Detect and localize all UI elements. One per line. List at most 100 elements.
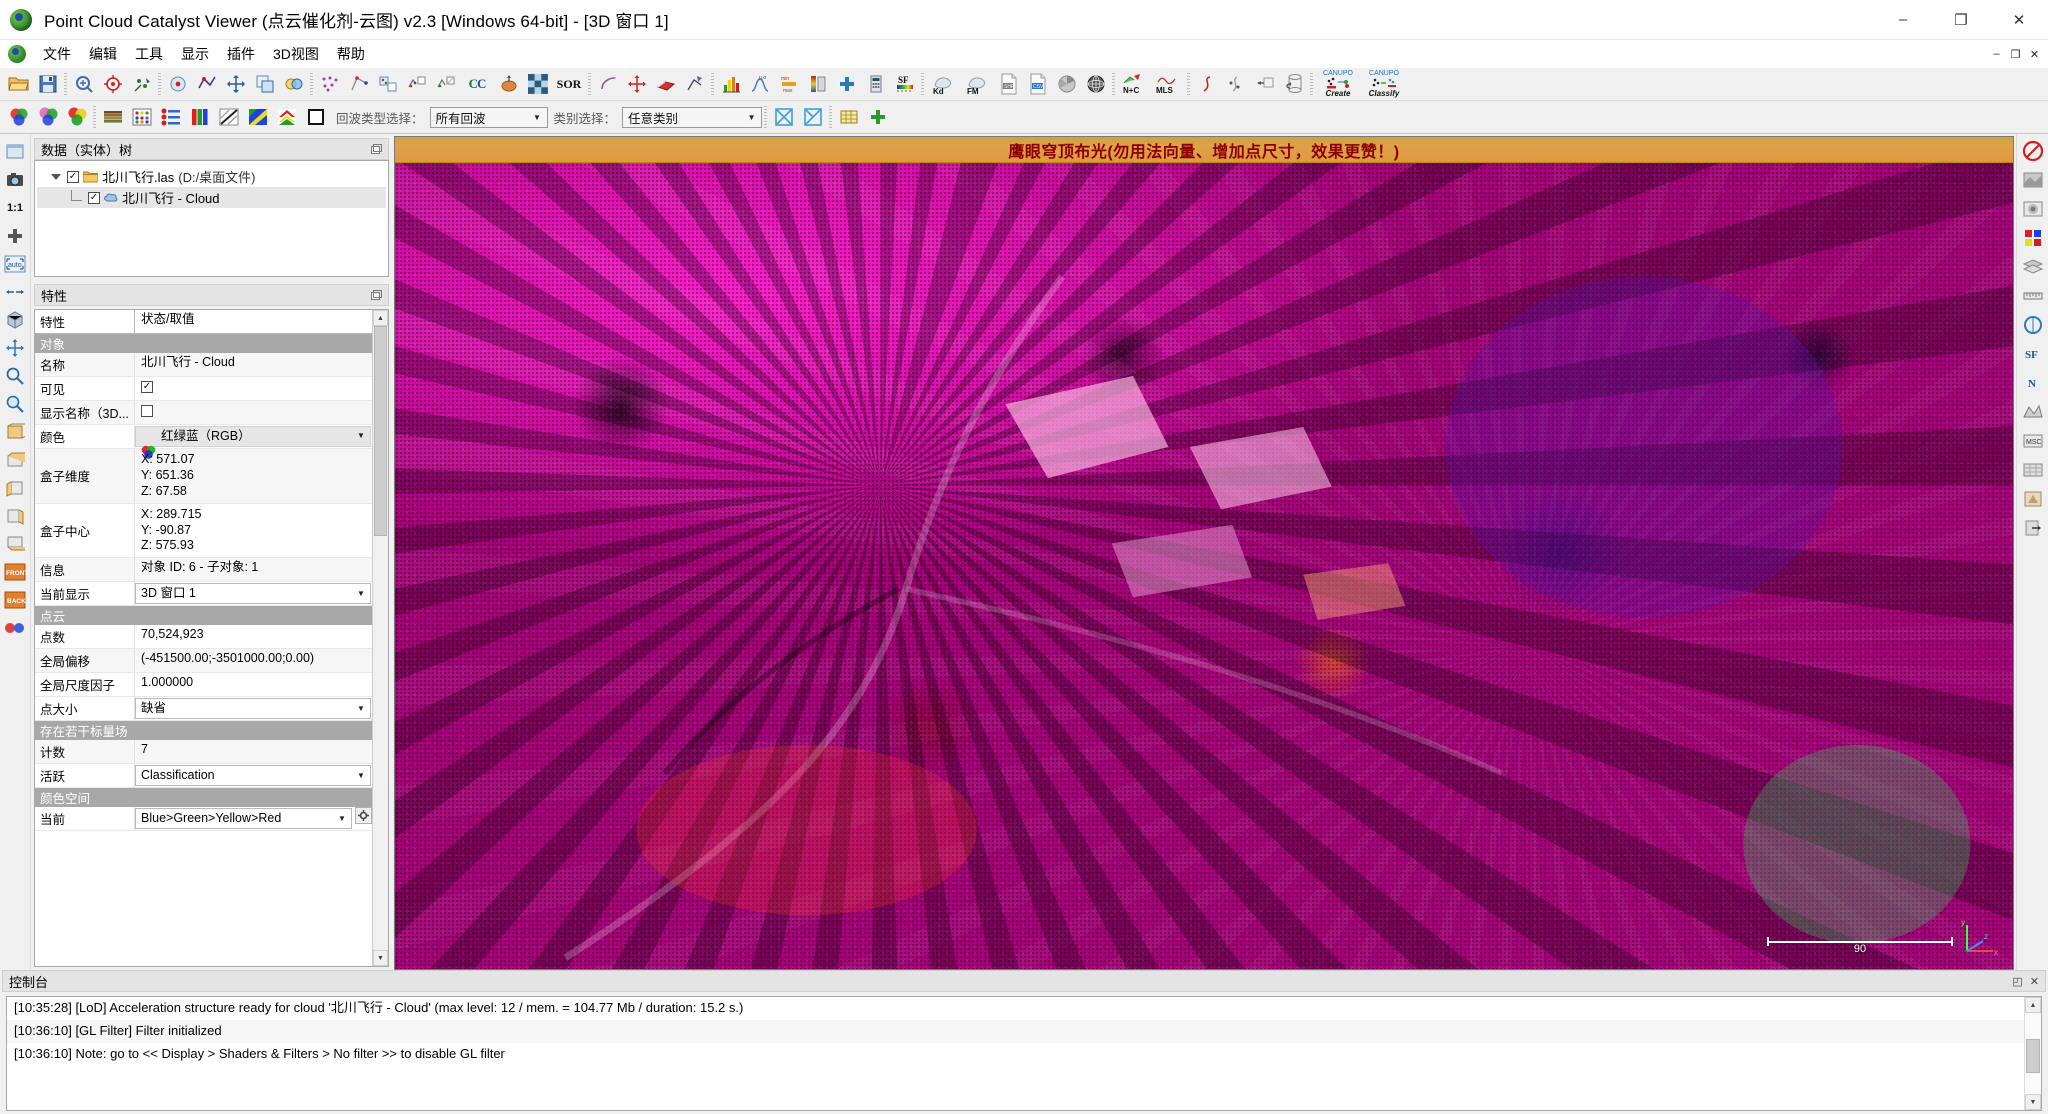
back-view-icon[interactable]: BACK bbox=[2, 586, 29, 613]
zoom-search-icon[interactable] bbox=[2, 362, 29, 389]
box-left-icon[interactable] bbox=[2, 474, 29, 501]
properties-scrollbar[interactable]: ▲ ▼ bbox=[372, 310, 388, 966]
unroll-icon[interactable] bbox=[593, 70, 622, 99]
histogram-icon[interactable] bbox=[716, 70, 745, 99]
edit-color-scale-button[interactable] bbox=[355, 807, 372, 825]
3d-viewport[interactable]: 鹰眼穹顶布光(勿用法向量、增加点尺寸，效果更赞！) 90 x y z bbox=[394, 136, 2014, 970]
float-console-icon[interactable]: ◰ bbox=[2012, 975, 2022, 988]
tree-node-root[interactable]: ✓ 北川飞行.las (D:/桌面文件) bbox=[37, 166, 386, 187]
rgb-color-2-icon[interactable] bbox=[33, 103, 62, 132]
auto-icon[interactable]: auto bbox=[2, 250, 29, 277]
fm-icon[interactable]: FM bbox=[960, 70, 994, 99]
scalar-list-icon[interactable] bbox=[156, 103, 185, 132]
subsample-icon[interactable] bbox=[315, 70, 344, 99]
menu-file[interactable]: 文件 bbox=[34, 41, 80, 67]
scroll-thumb[interactable] bbox=[374, 326, 387, 536]
scroll-thumb[interactable] bbox=[2026, 1039, 2040, 1073]
mdi-close-button[interactable]: ✕ bbox=[2025, 45, 2044, 63]
point-size-select[interactable]: 缺省 ▼ bbox=[135, 698, 371, 720]
chevron-color-icon[interactable] bbox=[272, 103, 301, 132]
active-sf-select[interactable]: Classification ▼ bbox=[135, 765, 371, 787]
rgb-color-3-icon[interactable] bbox=[62, 103, 91, 132]
scroll-track[interactable] bbox=[2025, 1013, 2041, 1094]
maximize-button[interactable]: ❐ bbox=[1932, 0, 1990, 40]
minmax-icon[interactable]: min max bbox=[774, 70, 803, 99]
class-select[interactable]: 任意类别 ▼ bbox=[622, 106, 763, 128]
scroll-track[interactable] bbox=[373, 326, 388, 950]
open-file-icon[interactable] bbox=[4, 70, 33, 99]
box-top-icon[interactable] bbox=[2, 446, 29, 473]
translate-rotate-icon[interactable] bbox=[221, 70, 250, 99]
no-filter-icon[interactable] bbox=[2019, 137, 2046, 164]
sor-filter-icon[interactable]: SOR bbox=[552, 70, 586, 99]
front-view-icon[interactable]: FRONT bbox=[2, 558, 29, 585]
normals-icon[interactable] bbox=[494, 70, 523, 99]
merge-icon[interactable] bbox=[279, 70, 308, 99]
edl-shader-icon[interactable] bbox=[2019, 166, 2046, 193]
console-scrollbar[interactable]: ▲ ▼ bbox=[2024, 997, 2041, 1110]
set-pivot-icon[interactable] bbox=[98, 70, 127, 99]
menu-3dview[interactable]: 3D视图 bbox=[264, 41, 328, 67]
sphere-icon[interactable] bbox=[1081, 70, 1110, 99]
color-ramp-icon[interactable] bbox=[803, 70, 832, 99]
rotate-cylinder-icon[interactable] bbox=[1279, 70, 1308, 99]
clone-icon[interactable] bbox=[250, 70, 279, 99]
menu-help[interactable]: 帮助 bbox=[328, 41, 374, 67]
section-icon[interactable] bbox=[622, 70, 651, 99]
rgb-bars-icon[interactable] bbox=[185, 103, 214, 132]
move-icon[interactable] bbox=[2, 334, 29, 361]
statistics-icon[interactable]: μ,σ bbox=[745, 70, 774, 99]
curve-icon[interactable] bbox=[1192, 70, 1221, 99]
n-icon[interactable]: N bbox=[2019, 369, 2046, 396]
checker-icon[interactable] bbox=[523, 70, 552, 99]
console-body[interactable]: [10:35:28] [LoD] Acceleration structure … bbox=[6, 996, 2042, 1111]
layers-icon[interactable] bbox=[2019, 253, 2046, 280]
close-button[interactable]: ✕ bbox=[1990, 0, 2048, 40]
hatch-icon[interactable] bbox=[214, 103, 243, 132]
msc-icon[interactable]: MSC bbox=[2019, 427, 2046, 454]
align-icon[interactable] bbox=[373, 70, 402, 99]
echo-type-select[interactable]: 所有回波 ▼ bbox=[429, 106, 548, 128]
ratio-1-1-icon[interactable]: 1:1 bbox=[2, 194, 29, 221]
grid-icon[interactable] bbox=[834, 103, 863, 132]
float-panel-icon[interactable] bbox=[371, 289, 382, 301]
cc-icon[interactable]: CC bbox=[460, 70, 494, 99]
pick-point-icon[interactable] bbox=[127, 70, 156, 99]
tree-box[interactable]: ✓ 北川飞行.las (D:/桌面文件) ✓ 北川飞行 - Cloud bbox=[34, 160, 389, 277]
viewport-icon[interactable] bbox=[2, 138, 29, 165]
tree-node-cloud[interactable]: ✓ 北川飞行 - Cloud bbox=[37, 187, 386, 208]
square-outline-icon[interactable] bbox=[301, 103, 330, 132]
registration-icon[interactable] bbox=[344, 70, 373, 99]
zoom-plus-icon[interactable] bbox=[2, 222, 29, 249]
tree-node-checkbox[interactable]: ✓ bbox=[88, 191, 100, 204]
current-display-select[interactable]: 3D 窗口 1 ▼ bbox=[135, 583, 371, 605]
app-rail-icon[interactable] bbox=[2019, 485, 2046, 512]
scroll-down-button[interactable]: ▼ bbox=[373, 950, 388, 966]
mls-icon[interactable]: MLS bbox=[1151, 70, 1185, 99]
save-file-icon[interactable] bbox=[33, 70, 62, 99]
grid2-icon[interactable] bbox=[2019, 456, 2046, 483]
mesh-icon[interactable] bbox=[2019, 398, 2046, 425]
tree-node-checkbox[interactable]: ✓ bbox=[67, 170, 79, 183]
exit-icon[interactable] bbox=[2019, 514, 2046, 541]
ssao-icon[interactable] bbox=[2019, 195, 2046, 222]
menu-plugins[interactable]: 插件 bbox=[218, 41, 264, 67]
global-zoom-icon[interactable] bbox=[69, 70, 98, 99]
color-scale-icon[interactable] bbox=[2019, 224, 2046, 251]
scroll-down-button[interactable]: ▼ bbox=[2025, 1094, 2041, 1110]
box-front-icon[interactable] bbox=[2, 418, 29, 445]
plus-green-icon[interactable] bbox=[863, 103, 892, 132]
scroll-up-button[interactable]: ▲ bbox=[2025, 997, 2041, 1013]
calculator-icon[interactable] bbox=[861, 70, 890, 99]
scroll-up-button[interactable]: ▲ bbox=[373, 310, 388, 326]
transform-icon[interactable] bbox=[1250, 70, 1279, 99]
color-select[interactable]: 红绿蓝（RGB） ▼ bbox=[135, 426, 371, 460]
menu-edit[interactable]: 编辑 bbox=[80, 41, 126, 67]
csv-export-icon[interactable]: CSV bbox=[1023, 70, 1052, 99]
cloud-cloud-dist-icon[interactable] bbox=[402, 70, 431, 99]
sf-gradient-icon[interactable]: SF bbox=[890, 70, 919, 99]
shp-export-icon[interactable]: SHP bbox=[994, 70, 1023, 99]
cube-icon[interactable] bbox=[2, 306, 29, 333]
colors-icon[interactable] bbox=[2, 614, 29, 641]
circle-icon[interactable] bbox=[2019, 311, 2046, 338]
